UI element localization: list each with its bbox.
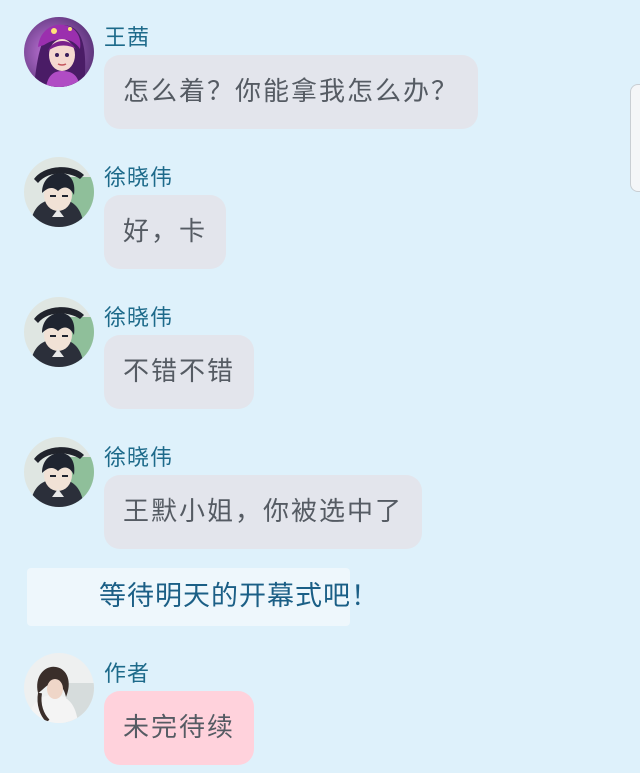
sender-name: 作者 (104, 662, 151, 687)
sender-name: 徐晓伟 (104, 306, 174, 331)
boy-with-cap-avatar[interactable] (24, 157, 94, 227)
side-scroll-handle[interactable] (630, 84, 640, 192)
narration-box: 等待明天的开幕式吧！ (27, 568, 378, 626)
boy-with-cap-avatar[interactable] (24, 437, 94, 507)
sender-name: 徐晓伟 (104, 446, 174, 471)
sender-name: 王茜 (104, 26, 151, 51)
message-bubble[interactable]: 王默小姐，你被选中了 (104, 475, 423, 549)
message-bubble[interactable]: 好，卡 (104, 195, 227, 269)
message-bubble[interactable]: 未完待续 (104, 691, 255, 765)
girl-photo-avatar[interactable] (24, 653, 94, 723)
purple-hair-girl-avatar[interactable] (24, 17, 94, 87)
chat-thread: 王茜 怎么着？你能拿我怎么办？ 徐晓伟 好，卡 徐晓伟 不错不错 徐晓伟 王默小… (0, 0, 640, 773)
message-bubble[interactable]: 怎么着？你能拿我怎么办？ (104, 55, 479, 129)
narration-text: 等待明天的开幕式吧！ (99, 581, 379, 612)
sender-name: 徐晓伟 (104, 166, 174, 191)
message-bubble[interactable]: 不错不错 (104, 335, 255, 409)
boy-with-cap-avatar[interactable] (24, 297, 94, 367)
